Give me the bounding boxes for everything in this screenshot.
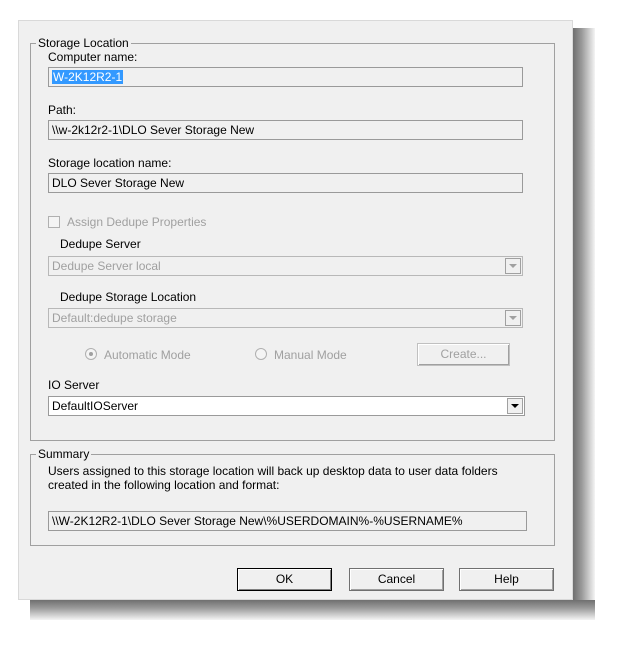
- chevron-down-icon[interactable]: [505, 258, 521, 274]
- assign-dedupe-checkbox[interactable]: [48, 216, 60, 228]
- io-server-select[interactable]: DefaultIOServer: [48, 396, 525, 416]
- dedupe-location-select[interactable]: Default:dedupe storage: [48, 308, 523, 328]
- dedupe-server-value: Dedupe Server local: [52, 259, 161, 273]
- window-shadow-bottom: [30, 600, 595, 620]
- dedupe-server-select[interactable]: Dedupe Server local: [48, 256, 523, 276]
- chevron-down-icon[interactable]: [507, 398, 523, 414]
- automatic-mode-label: Automatic Mode: [104, 348, 191, 362]
- create-button[interactable]: Create...: [417, 343, 510, 366]
- summary-legend: Summary: [36, 447, 92, 461]
- ok-button[interactable]: OK: [237, 568, 332, 591]
- chevron-down-icon[interactable]: [505, 310, 521, 326]
- manual-mode-radio[interactable]: [255, 348, 267, 360]
- location-name-field[interactable]: DLO Sever Storage New: [48, 173, 523, 193]
- window-shadow-right: [573, 28, 595, 603]
- location-name-label: Storage location name:: [48, 156, 172, 170]
- manual-mode-label: Manual Mode: [274, 348, 347, 362]
- computer-name-label: Computer name:: [48, 50, 138, 64]
- dedupe-location-value: Default:dedupe storage: [52, 311, 177, 325]
- dedupe-server-label: Dedupe Server: [60, 237, 141, 251]
- io-server-label: IO Server: [48, 378, 100, 392]
- storage-location-legend: Storage Location: [36, 36, 131, 50]
- io-server-value: DefaultIOServer: [52, 399, 139, 413]
- automatic-mode-radio[interactable]: [85, 348, 97, 360]
- storage-location-dialog: Storage Location Computer name: W-2K12R2…: [18, 20, 573, 600]
- assign-dedupe-label: Assign Dedupe Properties: [67, 215, 207, 229]
- path-label: Path:: [48, 103, 77, 117]
- path-field[interactable]: \\w-2k12r2-1\DLO Sever Storage New: [48, 120, 523, 140]
- cancel-button[interactable]: Cancel: [349, 568, 444, 591]
- dedupe-location-label: Dedupe Storage Location: [60, 290, 197, 304]
- computer-name-field[interactable]: W-2K12R2-1: [48, 67, 523, 87]
- help-button[interactable]: Help: [459, 568, 554, 591]
- radio-selected-dot: [89, 352, 93, 356]
- summary-path-field[interactable]: \\W-2K12R2-1\DLO Sever Storage New\%USER…: [48, 511, 527, 531]
- summary-description: Users assigned to this storage location …: [48, 464, 498, 492]
- computer-name-value: W-2K12R2-1: [52, 70, 124, 84]
